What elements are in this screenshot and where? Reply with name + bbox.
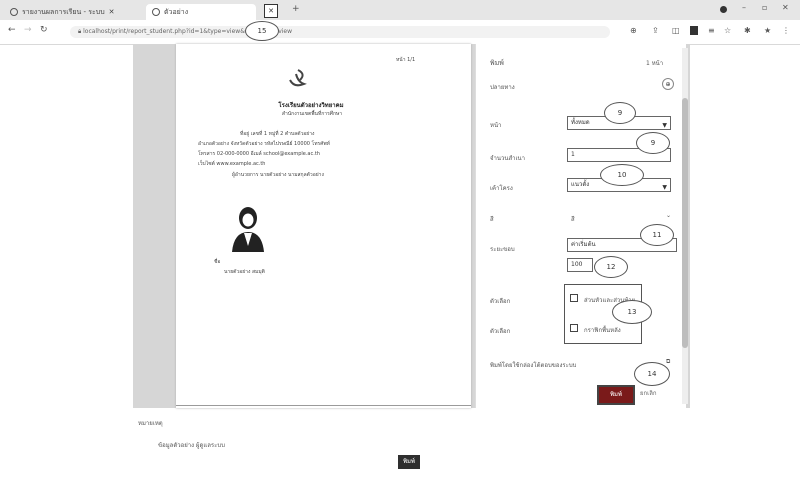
background-checkbox[interactable] <box>570 324 578 332</box>
menu-icon[interactable]: ≡ <box>708 26 715 35</box>
org-title: โรงเรียนตัวอย่างวิทยาคม <box>278 102 344 109</box>
print-button[interactable]: พิมพ์ <box>597 385 635 405</box>
bookmark-icon[interactable]: ☆ <box>724 26 731 35</box>
margins-value: ค่าเริ่มต้น <box>571 241 596 248</box>
doc-line: ผู้อำนวยการ นายตัวอย่าง นามสกุลตัวอย่าง <box>232 172 324 178</box>
scale-input[interactable]: 100 <box>567 258 593 272</box>
footer-text: ข้อมูลตัวอย่าง ผู้ดูแลระบบ <box>158 442 225 449</box>
callout-marker: 9 <box>636 132 670 154</box>
panel-scrollbar-thumb[interactable] <box>682 98 688 348</box>
doc-line: โทรสาร 02-000-0000 อีเมล์ school@example… <box>198 151 320 157</box>
doc-line: อำเภอตัวอย่าง จังหวัดตัวอย่าง รหัสไปรษณี… <box>198 141 330 147</box>
screenshot-icon[interactable]: ◫ <box>672 26 680 35</box>
cancel-button[interactable]: ยกเลิก <box>640 388 657 398</box>
pages-label: หน้า <box>490 122 502 129</box>
school-logo-icon <box>289 69 307 87</box>
tab-favicon-icon <box>152 8 160 16</box>
puzzle-icon[interactable]: ✱ <box>744 26 751 35</box>
back-icon[interactable]: ← <box>8 25 16 35</box>
options2-label: ตัวเลือก <box>490 328 511 335</box>
page-bottom-edge <box>176 405 471 406</box>
doc-line: เว็บไซต์ www.example.ac.th <box>198 161 266 167</box>
url-field[interactable]: 🔒︎ localhost/print/report_student.php?id… <box>70 26 610 38</box>
doc-line: ที่อยู่ เลขที่ 1 หมู่ที่ 2 ตำบลตัวอย่าง <box>240 131 315 137</box>
callout-marker: 12 <box>594 256 628 278</box>
color-label: สี <box>490 216 494 223</box>
person-label: ชื่อ <box>214 259 221 265</box>
tab-title: รายงานผลการเรียน - ระบบ <box>22 7 105 16</box>
star-icon[interactable]: ★ <box>764 26 771 35</box>
tab-title: ตัวอย่าง <box>164 7 189 16</box>
destination-icon[interactable]: ⊕ <box>662 78 674 90</box>
copies-value: 1 <box>571 151 575 158</box>
callout-marker: 15 <box>245 21 279 41</box>
open-external-icon[interactable]: ⧉ <box>666 358 670 366</box>
maximize-icon[interactable]: ▫ <box>762 3 767 12</box>
footer-label: หมายเหตุ <box>138 420 163 427</box>
chevron-down-icon: ▼ <box>662 122 667 129</box>
profile-icon[interactable] <box>720 6 727 13</box>
minimize-icon[interactable]: – <box>742 3 746 12</box>
callout-marker: 10 <box>600 164 644 186</box>
panel-title: พิมพ์ <box>490 59 504 67</box>
org-subtitle: สำนักงานเขตพื้นที่การศึกษา <box>281 111 343 117</box>
address-bar-row: ← → ↻ 🔒︎ localhost/print/report_student.… <box>0 20 800 45</box>
printer-label: ปลายทาง <box>490 84 515 91</box>
callout-marker: 11 <box>640 224 674 246</box>
color-value[interactable]: สี <box>571 214 575 224</box>
extension-icon[interactable] <box>690 26 698 35</box>
pages-value: ทั้งหมด <box>571 119 590 126</box>
window-close-icon[interactable]: ✕ <box>782 3 789 12</box>
close-tab-button[interactable]: ✕ <box>264 4 278 18</box>
share-icon[interactable]: ⇪ <box>652 26 659 35</box>
more-icon[interactable]: ⋮ <box>782 26 790 35</box>
page-print-button[interactable]: พิมพ์ <box>398 455 420 469</box>
reload-icon[interactable]: ↻ <box>40 25 48 35</box>
person-photo-icon <box>232 207 264 252</box>
browser-tab-active[interactable]: ตัวอย่าง <box>146 4 256 20</box>
layout-label: เค้าโครง <box>490 185 513 192</box>
copies-label: จำนวนสำเนา <box>490 155 526 162</box>
headers-checkbox[interactable] <box>570 294 578 302</box>
tab-favicon-icon <box>10 8 18 16</box>
scale-value: 100 <box>571 261 583 268</box>
chevron-down-icon[interactable]: ⌄ <box>666 212 671 219</box>
system-dialog-link[interactable]: พิมพ์โดยใช้กล่องโต้ตอบของระบบ <box>490 360 576 370</box>
close-icon[interactable]: ✕ <box>109 8 115 16</box>
person-name: นายตัวอย่าง สมมุติ <box>224 269 265 275</box>
margins-label: ระยะขอบ <box>490 246 515 253</box>
forward-icon[interactable]: → <box>24 25 32 35</box>
chevron-down-icon: ▼ <box>662 184 667 191</box>
layout-value: แนวตั้ง <box>571 181 590 188</box>
background-option: กราฟิกพื้นหลัง <box>584 327 621 334</box>
callout-marker: 9 <box>604 102 636 124</box>
zoom-icon[interactable]: ⊕ <box>630 26 637 35</box>
page-header: หน้า 1/1 <box>396 57 416 63</box>
document-preview-page: หน้า 1/1 โรงเรียนตัวอย่างวิทยาคม สำนักงา… <box>176 44 471 408</box>
new-tab-button[interactable]: + <box>292 4 300 14</box>
options-label: ตัวเลือก <box>490 298 511 305</box>
browser-tab[interactable]: รายงานผลการเรียน - ระบบ ✕ <box>4 4 144 20</box>
browser-tab-bar: รายงานผลการเรียน - ระบบ ✕ ตัวอย่าง ✕ + –… <box>0 0 800 21</box>
page-count: 1 หน้า <box>646 60 664 67</box>
callout-marker: 13 <box>612 300 652 324</box>
callout-marker: 14 <box>634 362 670 386</box>
